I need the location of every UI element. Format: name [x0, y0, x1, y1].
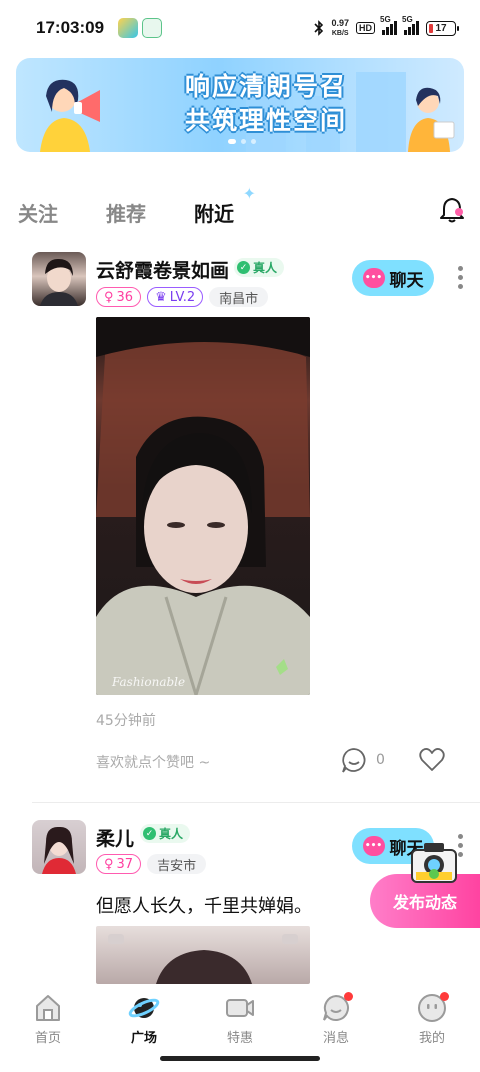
check-icon: ✓ [143, 827, 156, 840]
banner-pagination [228, 139, 256, 144]
app-notification-icon [142, 18, 163, 38]
photo-content [108, 934, 298, 984]
chat-bubble-icon: ••• [362, 268, 385, 288]
post-time: 45分钟前 [96, 713, 156, 729]
likes-tag: ♀ 36 [96, 287, 142, 307]
comment-icon[interactable] [340, 746, 368, 774]
chat-button[interactable]: ••• 聊天 [352, 260, 434, 296]
signal-icon: 5G [380, 15, 397, 35]
nav-profile[interactable]: 我的 [384, 984, 480, 1072]
hd-badge: HD [356, 22, 375, 34]
battery-icon: 17 [426, 20, 459, 36]
banner-title: 响应清朗号召 共筑理性空间 [184, 72, 347, 135]
network-speed: 0.97 KB/S [331, 17, 349, 37]
username[interactable]: 云舒霞卷景如画 [96, 256, 229, 283]
promo-banner[interactable]: 响应清朗号召 共筑理性空间 [16, 58, 464, 152]
comment-count: 0 [376, 752, 385, 768]
level-tag: ♛ LV.2 [147, 287, 204, 307]
publish-floating: 发布动态 [370, 840, 480, 930]
user-tags: ♀ 37 吉安市 [96, 854, 207, 874]
likes-tag: ♀ 37 [96, 854, 142, 874]
tab-nearby[interactable]: 附近 ✦ [192, 184, 256, 229]
user-tags: ♀ 36 ♛ LV.2 南昌市 [96, 287, 269, 307]
avatar[interactable] [32, 820, 86, 874]
video-icon [226, 999, 254, 1017]
feed-tabs: 关注 推荐 附近 ✦ [18, 184, 466, 234]
post-text: 但愿人长久，千里共婵娟。 [96, 896, 312, 917]
crown-icon: ♛ [155, 289, 167, 305]
check-icon: ✓ [237, 261, 250, 274]
home-indicator[interactable] [160, 1056, 320, 1061]
tab-following[interactable]: 关注 [18, 198, 58, 227]
heart-icon[interactable] [418, 746, 446, 774]
megaphone-illustration [40, 79, 100, 152]
city-tag: 南昌市 [209, 287, 269, 307]
app-notification-icon [118, 18, 139, 38]
female-icon: ♀ [104, 289, 114, 305]
signal-icon: 5G [402, 15, 419, 35]
bluetooth-icon [314, 20, 324, 36]
verified-badge: ✓ 真人 [234, 258, 285, 277]
camera-icon[interactable] [410, 840, 458, 884]
unread-dot [344, 992, 353, 1001]
divider [32, 802, 480, 803]
status-app-icons [118, 18, 163, 38]
bell-icon[interactable] [438, 196, 466, 224]
tab-recommended[interactable]: 推荐 [106, 198, 146, 227]
reading-person-illustration [408, 87, 455, 152]
city-tag: 吉安市 [147, 854, 207, 874]
post-photo[interactable]: Fashionable [96, 317, 310, 695]
photo-content [96, 317, 310, 695]
unread-dot [440, 992, 449, 1001]
status-time: 17:03:09 [36, 18, 105, 37]
nav-home[interactable]: 首页 [0, 984, 96, 1072]
post-photo[interactable] [96, 926, 310, 984]
username[interactable]: 柔儿 [96, 824, 134, 851]
avatar[interactable] [32, 252, 86, 306]
planet-icon [128, 998, 160, 1018]
sparkle-icon: ✦ [242, 183, 256, 203]
female-icon: ♀ [104, 856, 114, 872]
status-indicators: 0.97 KB/S HD 5G 5G 17 [314, 15, 459, 38]
status-bar: 17:03:09 0.97 KB/S HD 5G 5G 17 [0, 0, 480, 56]
verified-badge: ✓ 真人 [140, 824, 191, 843]
more-options-icon[interactable] [458, 266, 464, 289]
home-icon [36, 995, 60, 1021]
photo-watermark: Fashionable [112, 675, 186, 689]
like-hint: 喜欢就点个赞吧 ~ [96, 755, 211, 771]
